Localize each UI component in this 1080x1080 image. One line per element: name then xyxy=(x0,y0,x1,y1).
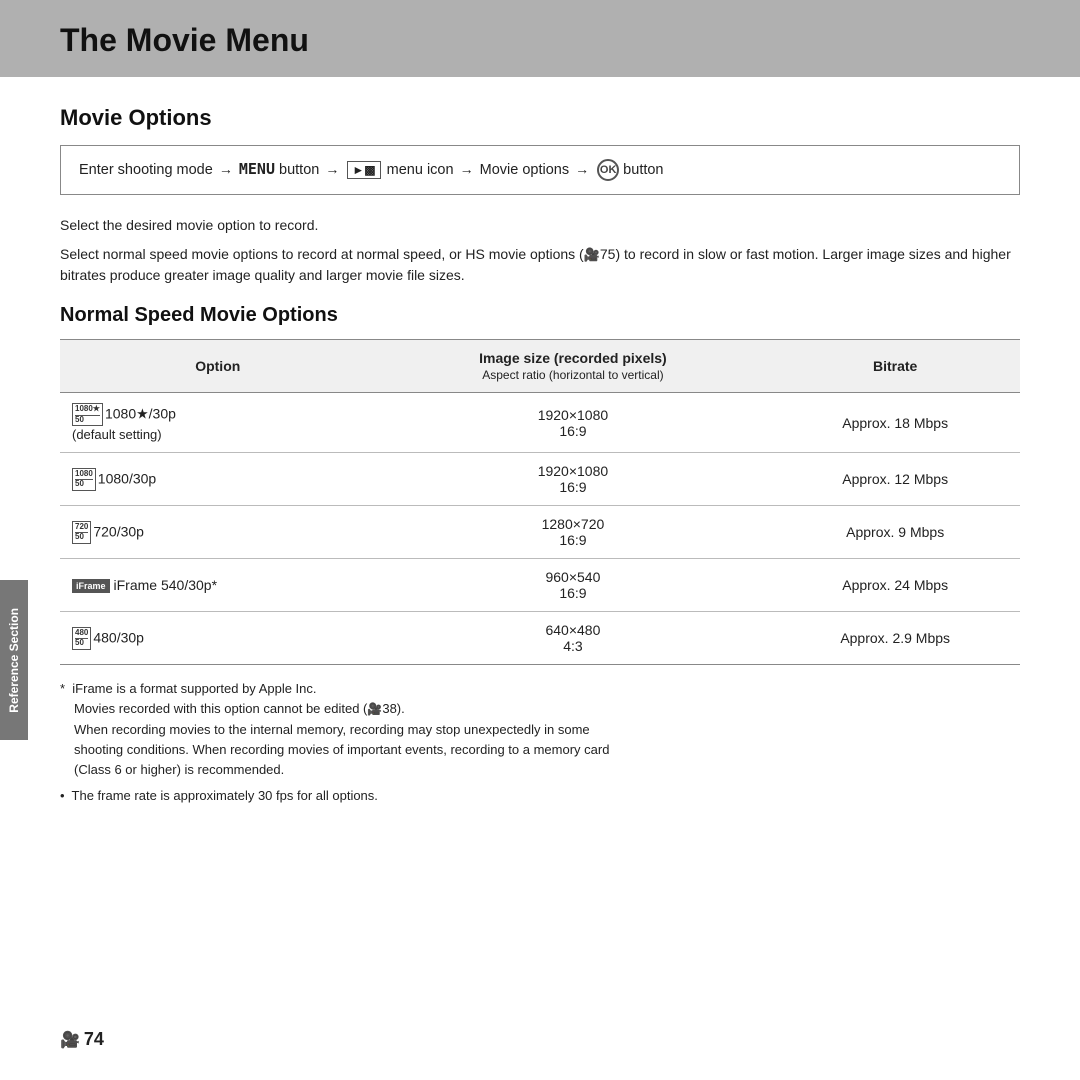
image-size: 960×540 xyxy=(545,569,600,585)
bitrate-value: Approx. 9 Mbps xyxy=(846,524,944,540)
nav-text: Enter shooting mode → MENU button → ►▩ m… xyxy=(79,162,664,178)
bitrate-cell: Approx. 24 Mbps xyxy=(770,559,1020,612)
aspect-ratio: 16:9 xyxy=(559,532,586,548)
image-size: 1920×1080 xyxy=(538,407,608,423)
badge-720: 72050 xyxy=(72,521,91,545)
bitrate-cell: Approx. 9 Mbps xyxy=(770,506,1020,559)
subsection-title: Normal Speed Movie Options xyxy=(60,304,1020,327)
th-bitrate: Bitrate xyxy=(770,339,1020,392)
image-size-cell: 1920×108016:9 xyxy=(376,453,771,506)
bitrate-value: Approx. 18 Mbps xyxy=(842,415,948,431)
bitrate-cell: Approx. 12 Mbps xyxy=(770,453,1020,506)
iframe-badge: iFrame xyxy=(72,579,110,593)
nav-box: Enter shooting mode → MENU button → ►▩ m… xyxy=(60,145,1020,195)
page-number: 🎥74 xyxy=(60,1029,104,1050)
bitrate-value: Approx. 12 Mbps xyxy=(842,471,948,487)
option-cell: 1080501080/30p xyxy=(60,453,376,506)
aspect-ratio: 16:9 xyxy=(559,423,586,439)
option-label: 480/30p xyxy=(93,629,144,645)
aspect-ratio: 16:9 xyxy=(559,585,586,601)
option-cell: 48050480/30p xyxy=(60,612,376,665)
badge-480: 48050 xyxy=(72,627,91,651)
image-size-cell: 640×4804:3 xyxy=(376,612,771,665)
footnote-2: Movies recorded with this option cannot … xyxy=(74,699,1020,719)
footnotes: * iFrame is a format supported by Apple … xyxy=(60,679,1020,806)
table-header-row: Option Image size (recorded pixels) Aspe… xyxy=(60,339,1020,392)
bitrate-value: Approx. 24 Mbps xyxy=(842,577,948,593)
image-size-cell: 960×54016:9 xyxy=(376,559,771,612)
image-size: 1280×720 xyxy=(542,516,605,532)
badge-1080star: 1080★50 xyxy=(72,403,103,427)
option-cell: 1080★501080★/30p(default setting) xyxy=(60,392,376,453)
side-tab-label: Reference Section xyxy=(7,608,21,713)
page-title: The Movie Menu xyxy=(60,22,1020,59)
bitrate-value: Approx. 2.9 Mbps xyxy=(840,630,950,646)
page-num-value: 74 xyxy=(84,1029,104,1050)
options-table: Option Image size (recorded pixels) Aspe… xyxy=(60,339,1020,666)
th-image-size: Image size (recorded pixels) Aspect rati… xyxy=(376,339,771,392)
footnote-4: • The frame rate is approximately 30 fps… xyxy=(60,786,1020,806)
table-row: 48050480/30p640×4804:3Approx. 2.9 Mbps xyxy=(60,612,1020,665)
image-size-cell: 1920×108016:9 xyxy=(376,392,771,453)
page-title-bar: The Movie Menu xyxy=(0,0,1080,77)
badge-1080: 108050 xyxy=(72,468,96,492)
th-option: Option xyxy=(60,339,376,392)
description-2: Select normal speed movie options to rec… xyxy=(60,244,1020,286)
option-cell: iFrame iFrame 540/30p* xyxy=(60,559,376,612)
description-1: Select the desired movie option to recor… xyxy=(60,215,1020,236)
bitrate-cell: Approx. 2.9 Mbps xyxy=(770,612,1020,665)
table-row: iFrame iFrame 540/30p* 960×54016:9 Approx. … xyxy=(60,559,1020,612)
table-row: 1080★501080★/30p(default setting)1920×10… xyxy=(60,392,1020,453)
bitrate-cell: Approx. 18 Mbps xyxy=(770,392,1020,453)
aspect-ratio: 4:3 xyxy=(563,638,582,654)
footnote-1: * iFrame is a format supported by Apple … xyxy=(60,679,1020,699)
aspect-ratio: 16:9 xyxy=(559,479,586,495)
table-body: 1080★501080★/30p(default setting)1920×10… xyxy=(60,392,1020,665)
side-tab: Reference Section xyxy=(0,580,28,740)
option-label: 1080/30p xyxy=(98,470,156,486)
image-size-cell: 1280×72016:9 xyxy=(376,506,771,559)
option-cell: 72050720/30p xyxy=(60,506,376,559)
image-size: 1920×1080 xyxy=(538,463,608,479)
page-icon: 🎥 xyxy=(60,1030,80,1050)
image-size: 640×480 xyxy=(545,622,600,638)
option-label: iFrame 540/30p* xyxy=(114,577,218,593)
option-label: 720/30p xyxy=(93,523,144,539)
table-row: 1080501080/30p1920×108016:9Approx. 12 Mb… xyxy=(60,453,1020,506)
footnote-3: When recording movies to the internal me… xyxy=(74,720,1020,780)
table-row: 72050720/30p1280×72016:9Approx. 9 Mbps xyxy=(60,506,1020,559)
option-label: 1080★/30p xyxy=(105,405,176,421)
main-content: Movie Options Enter shooting mode → MENU… xyxy=(0,77,1080,834)
section-title: Movie Options xyxy=(60,105,1020,131)
